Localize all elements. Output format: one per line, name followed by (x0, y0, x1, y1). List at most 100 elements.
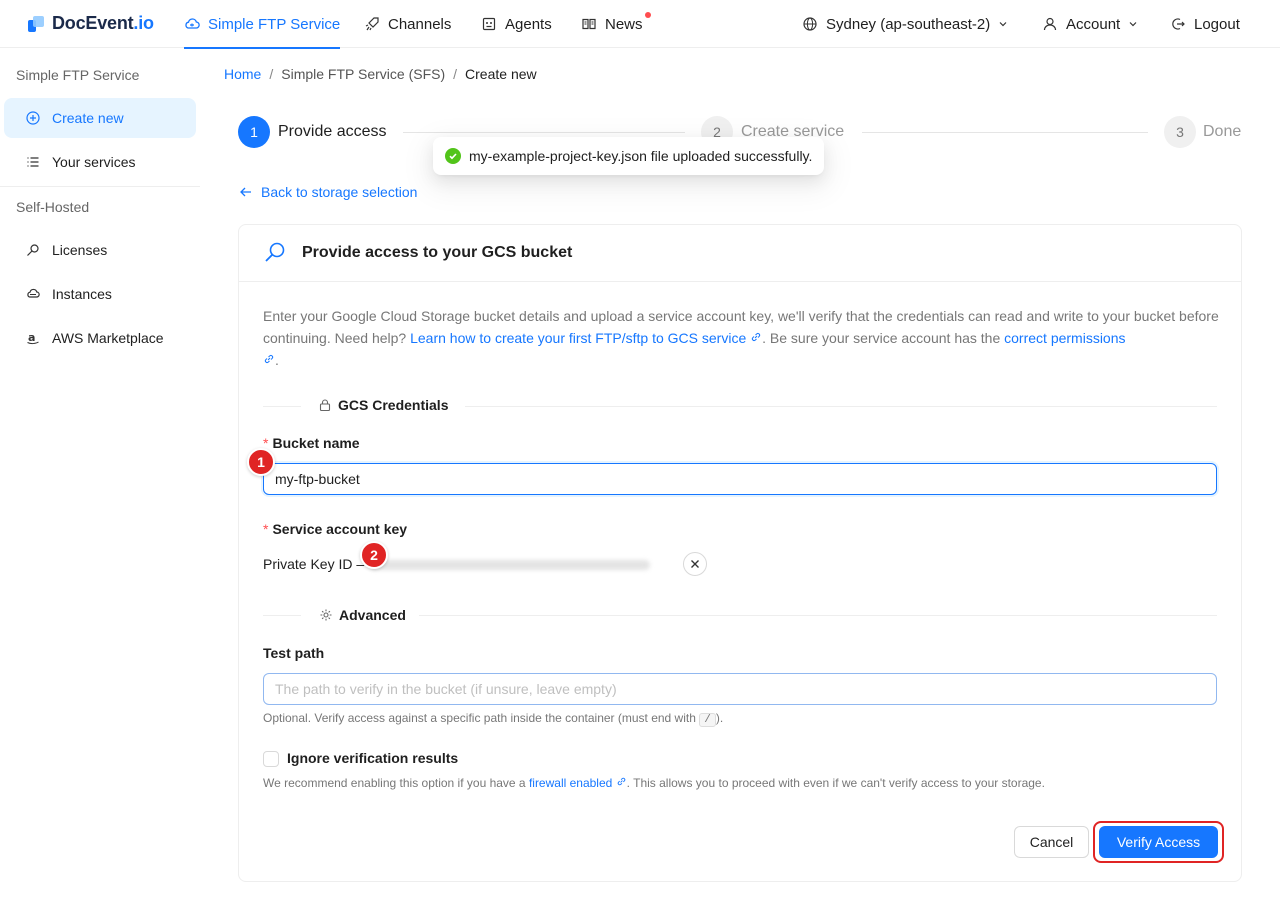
slash-code: / (699, 713, 716, 727)
section-divider (263, 615, 1217, 616)
step-connector (862, 132, 1148, 133)
logout-button[interactable]: Logout (1170, 0, 1240, 48)
region-selector[interactable]: Sydney (ap-southeast-2) (802, 0, 1008, 48)
nav-channels[interactable]: Channels (364, 0, 451, 48)
rocket-icon (365, 17, 379, 31)
logo[interactable]: DocEvent.io (28, 13, 154, 34)
nav-label: News (605, 15, 643, 33)
description-text: . (275, 352, 279, 368)
sidebar-item-create-new[interactable]: Create new (4, 98, 196, 138)
card-description: Enter your Google Cloud Storage bucket d… (263, 305, 1223, 371)
logout-icon (1172, 18, 1185, 30)
sidebar: Simple FTP Service Create new Your servi… (0, 48, 200, 920)
link-icon (752, 332, 761, 342)
sidebar-item-licenses[interactable]: Licenses (4, 230, 196, 270)
section-advanced: Advanced (319, 607, 406, 623)
test-path-hint: Optional. Verify access against a specif… (263, 711, 723, 727)
amazon-icon: a (27, 331, 39, 345)
chevron-down-icon (1129, 22, 1137, 27)
step-connector (403, 132, 685, 133)
breadcrumb-home[interactable]: Home (224, 66, 261, 82)
nav-agents[interactable]: Agents (481, 0, 552, 48)
breadcrumb-current: Create new (465, 66, 537, 82)
success-toast: my-example-project-key.json file uploade… (433, 137, 825, 175)
brand-name: DocEvent (52, 13, 134, 33)
logo-icon (28, 15, 44, 32)
robot-icon (482, 17, 496, 31)
top-navigation: DocEvent.io Simple FTP Service Channels … (0, 0, 1280, 49)
sidebar-item-label: AWS Marketplace (52, 330, 164, 346)
sidebar-item-your-services[interactable]: Your services (4, 142, 196, 182)
card-header: Provide access to your GCS bucket (239, 225, 1241, 282)
cloud-server-icon (27, 288, 40, 298)
breadcrumb-separator: / (453, 66, 458, 82)
private-key-redacted (370, 560, 651, 571)
private-key-id: Private Key ID – (263, 556, 651, 572)
breadcrumb-separator: / (269, 66, 274, 82)
svg-text:a: a (28, 331, 35, 344)
region-label: Sydney (ap-southeast-2) (826, 15, 991, 33)
list-icon (27, 157, 39, 167)
firewall-enabled-link[interactable]: firewall enabled (529, 776, 627, 790)
private-key-prefix: Private Key ID – (263, 556, 365, 572)
sidebar-item-aws-marketplace[interactable]: a AWS Marketplace (4, 318, 196, 358)
section-label-text: Advanced (339, 607, 406, 623)
hint-text: ). (715, 711, 724, 725)
ignore-verification-checkbox[interactable] (263, 751, 279, 767)
service-account-key-label: * Service account key (263, 521, 407, 537)
annotation-badge-2: 2 (360, 541, 388, 569)
chevron-down-icon (999, 22, 1007, 27)
account-menu[interactable]: Account (1042, 0, 1138, 48)
user-icon (1043, 17, 1057, 31)
step-3-number: 3 (1164, 116, 1196, 148)
verify-access-button[interactable]: Verify Access (1099, 826, 1218, 858)
ignore-verification-hint: We recommend enabling this option if you… (263, 776, 1045, 790)
magnifier-icon (265, 242, 285, 262)
hint-text: Optional. Verify access against a specif… (263, 711, 700, 725)
service-account-key-label-text: Service account key (272, 521, 408, 537)
sidebar-item-instances[interactable]: Instances (4, 274, 196, 314)
ignore-verification-label[interactable]: Ignore verification results (287, 750, 458, 766)
nav-label: Simple FTP Service (208, 15, 341, 33)
breadcrumb-parent[interactable]: Simple FTP Service (SFS) (281, 66, 445, 82)
bucket-name-input[interactable] (263, 463, 1217, 495)
lock-icon (319, 399, 331, 412)
sidebar-item-label: Create new (52, 110, 124, 126)
hint-text: We recommend enabling this option if you… (263, 776, 529, 790)
cloud-icon (185, 18, 200, 29)
link-icon (617, 777, 625, 786)
remove-key-button[interactable] (683, 552, 707, 576)
cancel-button[interactable]: Cancel (1014, 826, 1089, 858)
hint-text: . This allows you to proceed with even i… (626, 776, 1045, 790)
sidebar-item-label: Licenses (52, 242, 108, 258)
firewall-link-label: firewall enabled (528, 776, 613, 790)
learn-how-link[interactable]: Learn how to create your first FTP/sftp … (410, 330, 762, 346)
back-to-storage-link[interactable]: Back to storage selection (239, 184, 417, 200)
required-mark: * (263, 521, 269, 537)
check-circle-icon (445, 148, 461, 164)
globe-icon (803, 17, 817, 31)
section-gcs-credentials: GCS Credentials (318, 397, 449, 413)
gear-icon (320, 609, 332, 621)
test-path-input[interactable] (263, 673, 1217, 705)
nav-simple-ftp-service[interactable]: Simple FTP Service (184, 0, 341, 49)
sidebar-group-title: Self-Hosted (16, 199, 90, 215)
description-text: . Be sure your service account has the (762, 330, 1005, 346)
card-title: Provide access to your GCS bucket (302, 244, 573, 261)
account-label: Account (1066, 15, 1121, 33)
arrow-left-icon (240, 187, 251, 197)
close-icon (691, 560, 699, 568)
link-icon (264, 354, 274, 364)
toast-message: my-example-project-key.json file uploade… (469, 148, 813, 164)
back-link-label: Back to storage selection (261, 184, 418, 200)
learn-how-link-label: Learn how to create your first FTP/sftp … (410, 330, 747, 346)
nav-label: Channels (388, 15, 452, 33)
bucket-name-label: * Bucket name (263, 435, 360, 451)
bucket-name-label-text: Bucket name (272, 435, 360, 451)
nav-news[interactable]: News (581, 0, 651, 48)
book-icon (582, 18, 596, 30)
nav-label: Agents (505, 15, 552, 33)
key-icon (27, 244, 39, 256)
gcs-access-card: Provide access to your GCS bucket Enter … (238, 224, 1242, 882)
sidebar-divider (0, 186, 200, 187)
